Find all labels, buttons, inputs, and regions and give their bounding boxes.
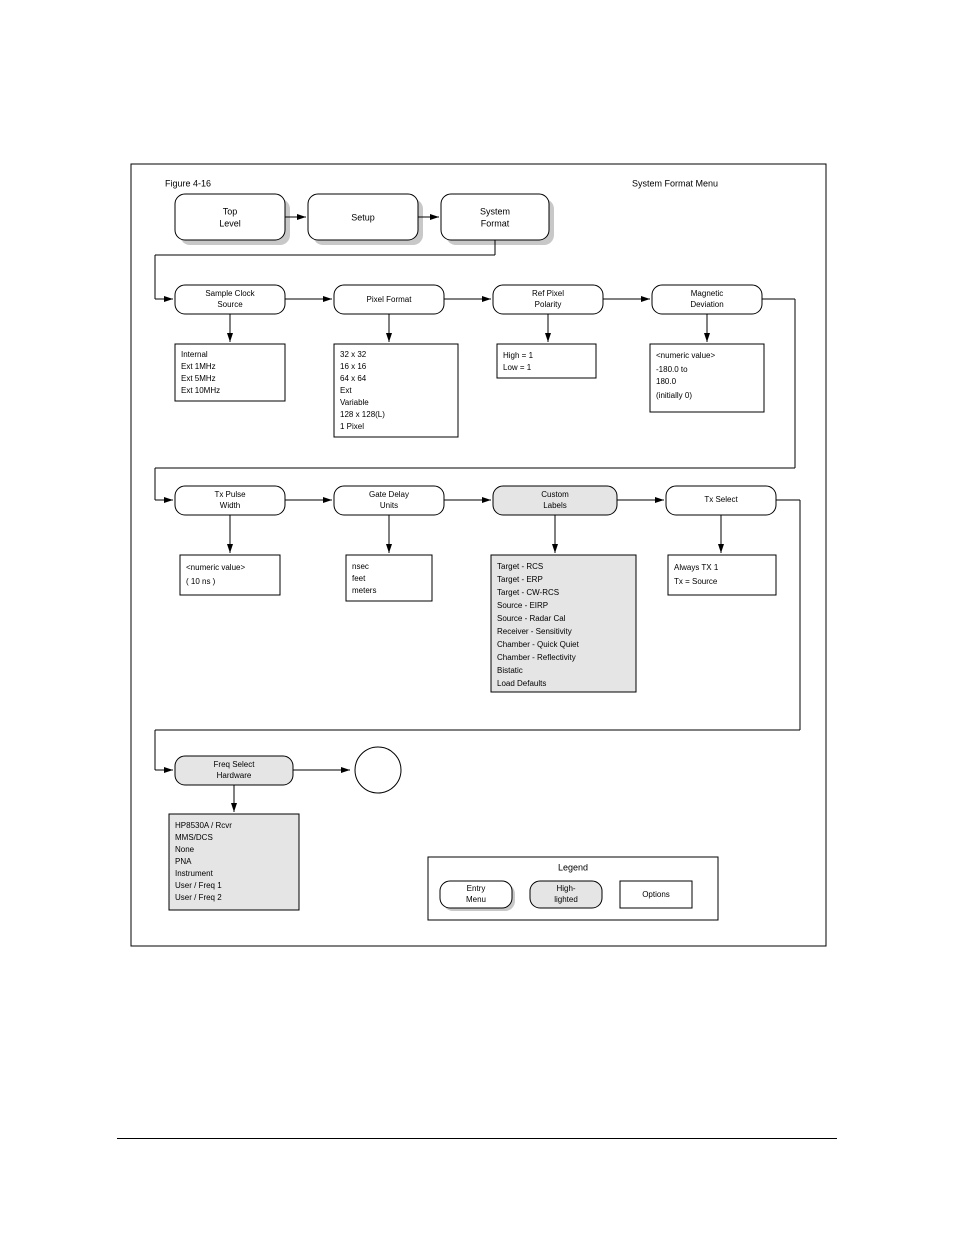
svg-text:Internal: Internal (181, 350, 208, 359)
legend-title: Legend (558, 862, 588, 872)
node-top-level-label-b: Level (219, 218, 241, 228)
svg-text:Bistatic: Bistatic (497, 666, 523, 675)
svg-text:High-: High- (556, 884, 575, 893)
svg-text:Polarity: Polarity (535, 300, 562, 309)
svg-text:Always TX 1: Always TX 1 (674, 563, 719, 572)
svg-text:Source - Radar Cal: Source - Radar Cal (497, 614, 566, 623)
options-ref-pixel-polarity (497, 344, 596, 378)
svg-text:Custom: Custom (541, 490, 569, 499)
svg-text:32 x 32: 32 x 32 (340, 350, 367, 359)
svg-text:Ext 1MHz: Ext 1MHz (181, 362, 216, 371)
footer-rule (117, 1138, 837, 1139)
svg-text:Ref Pixel: Ref Pixel (532, 289, 564, 298)
node-sample-clock-source-b: Source (217, 300, 243, 309)
options-tx-select (668, 555, 776, 595)
page: Figure 4-16 System Format Menu Top Level… (0, 0, 954, 1235)
svg-text:Receiver - Sensitivity: Receiver - Sensitivity (497, 627, 572, 636)
svg-text:None: None (175, 845, 195, 854)
svg-text:PNA: PNA (175, 857, 192, 866)
svg-text:(initially 0): (initially 0) (656, 391, 692, 400)
figure-label-right: System Format Menu (632, 178, 718, 188)
svg-text:Source - EIRP: Source - EIRP (497, 601, 548, 610)
svg-text:User / Freq 1: User / Freq 1 (175, 881, 222, 890)
svg-text:Width: Width (220, 501, 240, 510)
node-sample-clock-source-a: Sample Clock (205, 289, 255, 298)
node-system-format (441, 194, 549, 240)
svg-text:Tx Select: Tx Select (704, 495, 738, 504)
svg-text:Ext 5MHz: Ext 5MHz (181, 374, 216, 383)
figure-label-left: Figure 4-16 (165, 178, 211, 188)
svg-text:Magnetic: Magnetic (691, 289, 723, 298)
svg-text:Entry: Entry (467, 884, 486, 893)
svg-text:Instrument: Instrument (175, 869, 214, 878)
svg-text:16 x 16: 16 x 16 (340, 362, 367, 371)
svg-text:<numeric value>: <numeric value> (186, 563, 245, 572)
svg-text:feet: feet (352, 574, 366, 583)
node-setup-label: Setup (351, 212, 375, 222)
svg-text:Variable: Variable (340, 398, 369, 407)
svg-text:lighted: lighted (554, 895, 578, 904)
svg-text:Ext: Ext (340, 386, 352, 395)
svg-text:meters: meters (352, 586, 376, 595)
svg-text:64 x 64: 64 x 64 (340, 374, 367, 383)
svg-text:Labels: Labels (543, 501, 567, 510)
svg-text:Hardware: Hardware (217, 771, 252, 780)
svg-text:128 x 128(L): 128 x 128(L) (340, 410, 385, 419)
svg-text:Tx Pulse: Tx Pulse (214, 490, 246, 499)
node-system-format-label-b: Format (481, 218, 510, 228)
terminal-circle (355, 747, 401, 793)
svg-text:MMS/DCS: MMS/DCS (175, 833, 213, 842)
svg-text:Freq Select: Freq Select (214, 760, 256, 769)
svg-text:Options: Options (642, 890, 670, 899)
svg-text:Load Defaults: Load Defaults (497, 679, 546, 688)
svg-text:Chamber - Reflectivity: Chamber - Reflectivity (497, 653, 576, 662)
svg-text:nsec: nsec (352, 562, 369, 571)
svg-text:Ext 10MHz: Ext 10MHz (181, 386, 220, 395)
svg-text:Tx = Source: Tx = Source (674, 577, 718, 586)
svg-text:HP8530A / Rcvr: HP8530A / Rcvr (175, 821, 232, 830)
svg-text:Units: Units (380, 501, 398, 510)
diagram-svg: Figure 4-16 System Format Menu Top Level… (0, 0, 954, 1235)
svg-text:180.0: 180.0 (656, 377, 677, 386)
svg-text:Target - CW-RCS: Target - CW-RCS (497, 588, 559, 597)
node-top-level (175, 194, 285, 240)
svg-text:Target - RCS: Target - RCS (497, 562, 543, 571)
svg-text:High = 1: High = 1 (503, 351, 534, 360)
svg-text:<numeric value>: <numeric value> (656, 351, 715, 360)
svg-text:User / Freq 2: User / Freq 2 (175, 893, 222, 902)
svg-text:1 Pixel: 1 Pixel (340, 422, 364, 431)
node-system-format-label-a: System (480, 206, 510, 216)
svg-text:Pixel Format: Pixel Format (367, 295, 413, 304)
node-top-level-label-a: Top (223, 206, 238, 216)
svg-text:Deviation: Deviation (690, 300, 723, 309)
svg-text:( 10 ns ): ( 10 ns ) (186, 577, 216, 586)
svg-text:Target - ERP: Target - ERP (497, 575, 543, 584)
svg-text:Low = 1: Low = 1 (503, 363, 532, 372)
options-tx-pulse-width (180, 555, 280, 595)
svg-text:-180.0 to: -180.0 to (656, 365, 688, 374)
svg-text:Chamber - Quick Quiet: Chamber - Quick Quiet (497, 640, 580, 649)
svg-text:Gate Delay: Gate Delay (369, 490, 409, 499)
svg-text:Menu: Menu (466, 895, 486, 904)
